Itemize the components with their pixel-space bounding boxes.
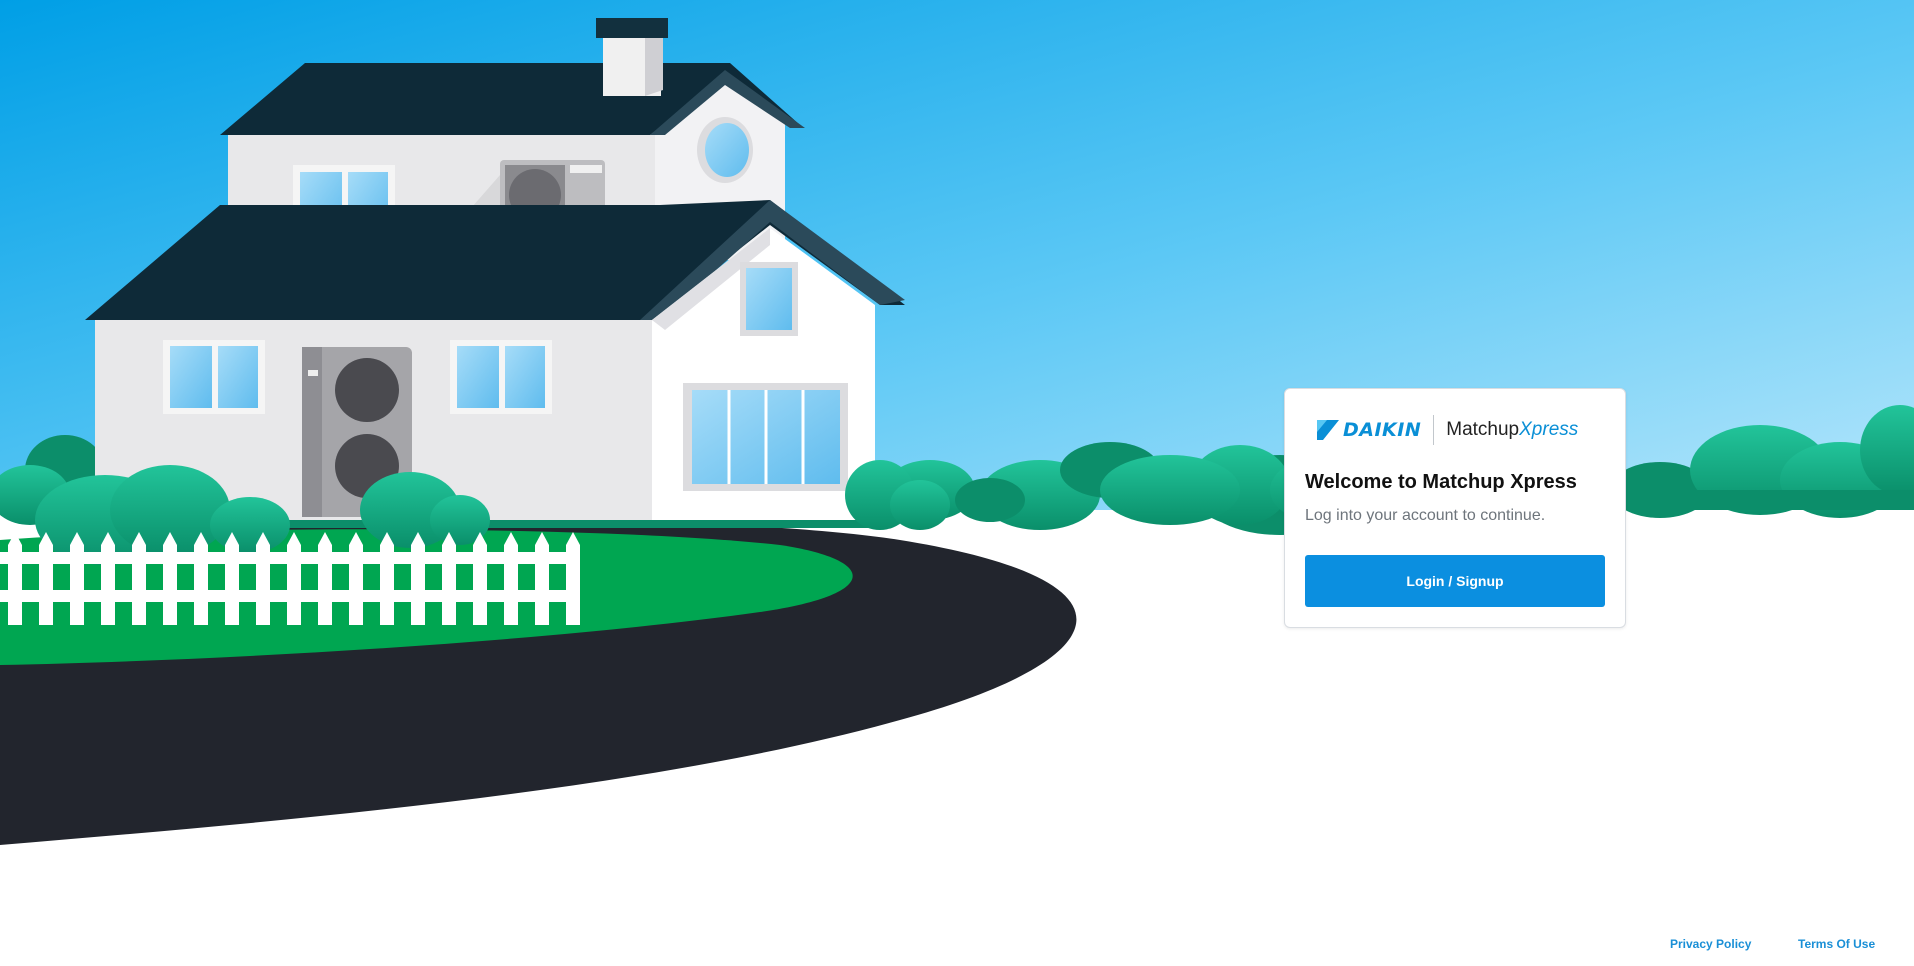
product-name: MatchupXpress <box>1446 419 1578 441</box>
daikin-logo: DAIKIN <box>1317 419 1421 441</box>
hero-illustration <box>0 0 1914 966</box>
fence-picket <box>256 532 270 625</box>
fence-picket <box>132 532 146 625</box>
fence-picket <box>318 532 332 625</box>
daikin-wordmark: DAIKIN <box>1343 419 1422 441</box>
fence-picket <box>287 532 301 625</box>
fence-picket <box>163 532 177 625</box>
fence-picket <box>442 532 456 625</box>
fence-picket <box>473 532 487 625</box>
fence-picket <box>380 532 394 625</box>
fence-picket <box>8 532 22 625</box>
fence-picket <box>566 532 580 625</box>
fence-picket <box>70 532 84 625</box>
fence-picket <box>225 532 239 625</box>
welcome-subtitle: Log into your account to continue. <box>1305 507 1546 524</box>
fence-picket <box>101 532 115 625</box>
daikin-mark-icon <box>1317 420 1339 440</box>
terms-of-use-link[interactable]: Terms Of Use <box>1798 937 1875 951</box>
login-card: DAIKIN MatchupXpress Welcome to Matchup … <box>1284 388 1626 628</box>
logo-divider <box>1433 415 1435 445</box>
fence-picket <box>411 532 425 625</box>
fence-picket <box>39 532 53 625</box>
fence-picket <box>504 532 518 625</box>
product-name-second: Xpress <box>1519 419 1579 440</box>
fence-picket <box>535 532 549 625</box>
brand-logo: DAIKIN MatchupXpress <box>1317 415 1578 445</box>
product-name-first: Matchup <box>1446 419 1520 440</box>
fence-picket <box>194 532 208 625</box>
fence-picket <box>349 532 363 625</box>
welcome-title: Welcome to Matchup Xpress <box>1305 471 1577 493</box>
login-signup-button[interactable]: Login / Signup <box>1305 555 1605 607</box>
privacy-policy-link[interactable]: Privacy Policy <box>1670 937 1751 951</box>
